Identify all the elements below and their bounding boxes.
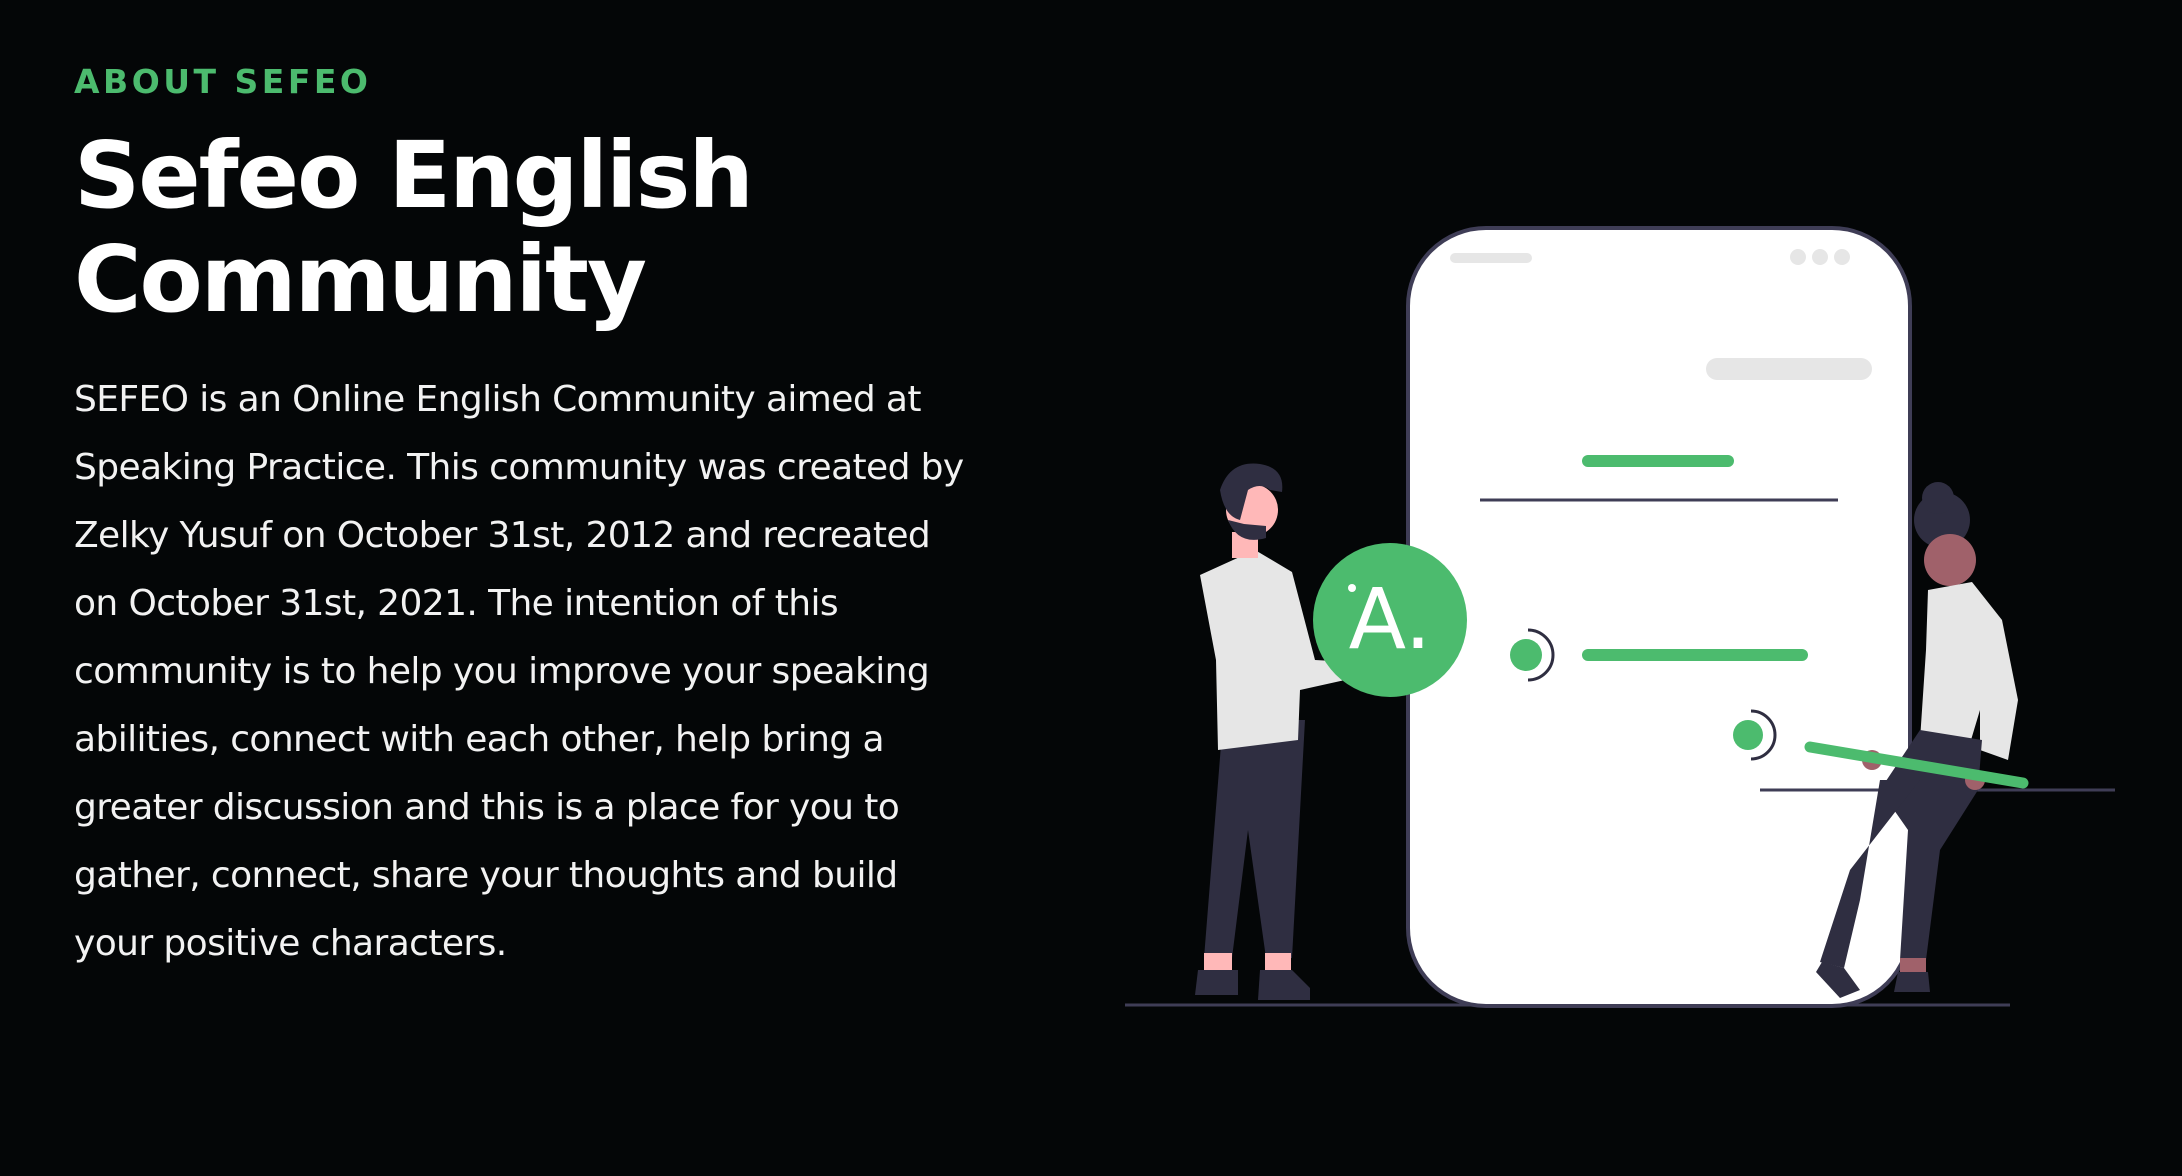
section-eyebrow: ABOUT SEFEO bbox=[74, 62, 372, 101]
svg-text:A.: A. bbox=[1349, 570, 1432, 668]
man-figure bbox=[1195, 463, 1354, 1000]
about-section: ABOUT SEFEO Sefeo English Community SEFE… bbox=[0, 0, 2182, 1176]
badge-icon: A. bbox=[1313, 543, 1467, 697]
phone-mockup bbox=[1406, 226, 2115, 1008]
about-text-column: ABOUT SEFEO Sefeo English Community SEFE… bbox=[74, 58, 974, 978]
community-illustration: A. bbox=[1125, 226, 2115, 1008]
about-description: SEFEO is an Online English Community aim… bbox=[74, 379, 964, 964]
page-title: Sefeo English Community bbox=[74, 122, 754, 333]
